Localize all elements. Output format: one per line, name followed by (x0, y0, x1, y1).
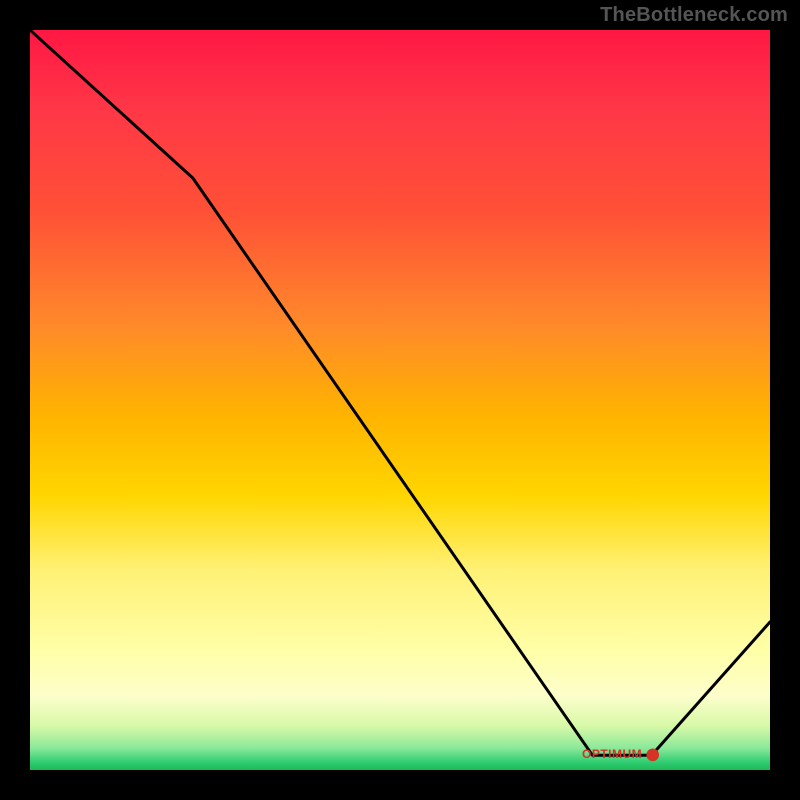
series-annotation: OPTIMUM ⬤ (582, 747, 660, 761)
line-layer (30, 30, 770, 770)
series-path (30, 30, 770, 755)
plot-area: OPTIMUM ⬤ (30, 30, 770, 770)
attribution-label: TheBottleneck.com (600, 4, 788, 27)
bottleneck-chart: TheBottleneck.com OPTIMUM ⬤ (0, 0, 800, 800)
